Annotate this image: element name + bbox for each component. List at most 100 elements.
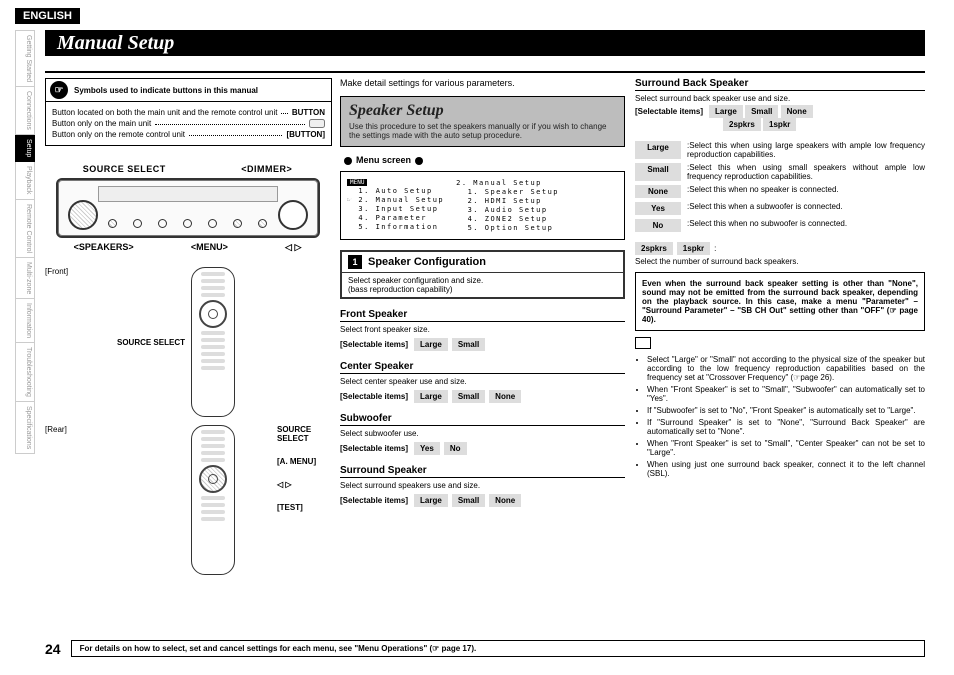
- note-icon: [635, 337, 651, 349]
- column-right: Surround Back Speaker Select surround ba…: [635, 78, 925, 481]
- side-tab[interactable]: Troubleshooting: [15, 343, 35, 402]
- subsection-desc: Select surround speakers use and size.: [340, 481, 625, 490]
- subsection: Center Speaker Select center speaker use …: [340, 361, 625, 403]
- config-desc2: (bass reproduction capability): [348, 285, 453, 294]
- chip: Yes: [414, 442, 440, 455]
- chip: Large: [635, 141, 681, 159]
- chip: Large: [414, 494, 448, 507]
- chip: Small: [745, 105, 778, 118]
- subsection: Surround Speaker Select surround speakers…: [340, 465, 625, 507]
- subsection-desc: Select center speaker use and size.: [340, 377, 625, 386]
- chip: Small: [452, 390, 485, 403]
- label-rear: [Rear]: [45, 425, 99, 434]
- receiver-illustration: [56, 178, 320, 238]
- hand-icon: ☞: [50, 81, 68, 99]
- selectable-label: [Selectable items]: [635, 107, 703, 116]
- sbs-title: Surround Back Speaker: [635, 78, 925, 91]
- remote-label-arrows: ◁ ▷: [277, 480, 330, 489]
- note-bullet: When "Front Speaker" is set to "Small", …: [647, 385, 925, 403]
- subsection-title: Front Speaker: [340, 309, 625, 322]
- chip-1spkr: 1spkr: [677, 242, 710, 255]
- side-tab[interactable]: Getting Started: [15, 30, 35, 87]
- subsection-title: Center Speaker: [340, 361, 625, 374]
- step-number-icon: 1: [348, 255, 362, 269]
- selectable-label: [Selectable items]: [340, 496, 408, 505]
- spkr-count-text: Select the number of surround back speak…: [635, 257, 925, 266]
- spkr-count-row: 2spkrs 1spkr :: [635, 242, 925, 255]
- subsection-desc: Select subwoofer use.: [340, 429, 625, 438]
- chip: None: [489, 494, 521, 507]
- language-label: ENGLISH: [15, 8, 80, 24]
- selectable-label: [Selectable items]: [340, 392, 408, 401]
- device-diagram: SOURCE SELECT <DIMMER> <SPEAKERS> <MENU>…: [45, 164, 330, 253]
- subsection-title: Surround Speaker: [340, 465, 625, 478]
- side-tab[interactable]: Connections: [15, 87, 35, 135]
- page-title: Manual Setup: [45, 30, 925, 56]
- label-arrows: ◁ ▷: [285, 242, 301, 253]
- chip: No: [635, 219, 681, 232]
- remote-front-illustration: [191, 267, 235, 417]
- chip: 1spkr: [763, 118, 796, 131]
- note-bullet: If "Surround Speaker" is set to "None", …: [647, 418, 925, 436]
- subsection: Subwoofer Select subwoofer use. [Selectabl…: [340, 413, 625, 455]
- divider: [45, 71, 925, 73]
- note-bullet: If "Subwoofer" is set to "No", "Front Sp…: [647, 406, 925, 415]
- chip: None: [635, 185, 681, 198]
- section-subtitle: Use this procedure to set the speakers m…: [349, 122, 616, 140]
- chip: Small: [452, 338, 485, 351]
- page-footer: 24 For details on how to select, set and…: [45, 640, 925, 657]
- chip: 2spkrs: [723, 118, 761, 131]
- chip: Large: [414, 338, 448, 351]
- remote-label-test: [TEST]: [277, 503, 330, 512]
- chip: None: [781, 105, 813, 118]
- note-box: Even when the surround back speaker sett…: [635, 272, 925, 331]
- subsection-desc: Select front speaker size.: [340, 325, 625, 334]
- note-bullet: When using just one surround back speake…: [647, 460, 925, 478]
- chip: Large: [709, 105, 743, 118]
- symbols-box: ☞ Symbols used to indicate buttons in thi…: [45, 78, 332, 146]
- remote-label-source-2: SOURCE SELECT: [277, 425, 330, 443]
- side-tab[interactable]: Multi-zone: [15, 258, 35, 299]
- section-heading: Speaker Setup Use this procedure to set …: [340, 96, 625, 147]
- config-box: 1 Speaker Configuration Select speaker co…: [340, 250, 625, 299]
- manual-page: ENGLISH Manual Setup Getting StartedConn…: [0, 0, 954, 675]
- menu-screen-label: Menu screen: [340, 155, 625, 165]
- remote-rear-illustration: [191, 425, 235, 575]
- menu-screen: MENU 1. Auto Setup☞ 2. Manual Setup 3. I…: [340, 171, 625, 240]
- label-speakers: <SPEAKERS>: [74, 242, 134, 253]
- config-desc: Select speaker configuration and size.: [348, 276, 483, 285]
- side-tabs: Getting StartedConnectionsSetupPlaybackR…: [15, 30, 35, 454]
- column-middle: Make detail settings for various paramet…: [340, 78, 625, 507]
- chip-2spkrs: 2spkrs: [635, 242, 673, 255]
- chip: Small: [635, 163, 681, 181]
- symbols-header: Symbols used to indicate buttons in this…: [74, 86, 258, 95]
- remote-label-source-1: SOURCE SELECT: [105, 338, 185, 347]
- label-source-select: SOURCE SELECT: [83, 164, 166, 174]
- side-tab[interactable]: Remote Control: [15, 200, 35, 258]
- subsection-title: Subwoofer: [340, 413, 625, 426]
- label-front: [Front]: [45, 267, 99, 276]
- side-tab[interactable]: Setup: [15, 135, 35, 162]
- column-left: ☞ Symbols used to indicate buttons in thi…: [45, 78, 330, 575]
- selectable-label: [Selectable items]: [340, 444, 408, 453]
- label-menu: <MENU>: [191, 242, 228, 253]
- note-bullet: When "Front Speaker" is set to "Small", …: [647, 439, 925, 457]
- item-descriptions: Large:Select this when using large speak…: [635, 141, 925, 232]
- label-dimmer: <DIMMER>: [241, 164, 292, 174]
- section-title: Speaker Setup: [349, 103, 616, 119]
- side-tab[interactable]: Specifications: [15, 402, 35, 454]
- footer-reference: For details on how to select, set and ca…: [71, 640, 925, 657]
- note-bullet: Select "Large" or "Small" not according …: [647, 355, 925, 382]
- config-title: Speaker Configuration: [368, 256, 486, 268]
- notes-list: Select "Large" or "Small" not according …: [635, 355, 925, 478]
- side-tab[interactable]: Playback: [15, 162, 35, 199]
- remote-label-amenu: [A. MENU]: [277, 457, 330, 466]
- remote-diagrams: [Front] SOURCE SELECT [Rear] SOURCE SELE…: [45, 267, 330, 575]
- sbs-desc: Select surround back speaker use and siz…: [635, 94, 925, 103]
- chip: Small: [452, 494, 485, 507]
- side-tab[interactable]: Information: [15, 299, 35, 343]
- selectable-label: [Selectable items]: [340, 340, 408, 349]
- chip: Large: [414, 390, 448, 403]
- chip: No: [444, 442, 467, 455]
- chip: None: [489, 390, 521, 403]
